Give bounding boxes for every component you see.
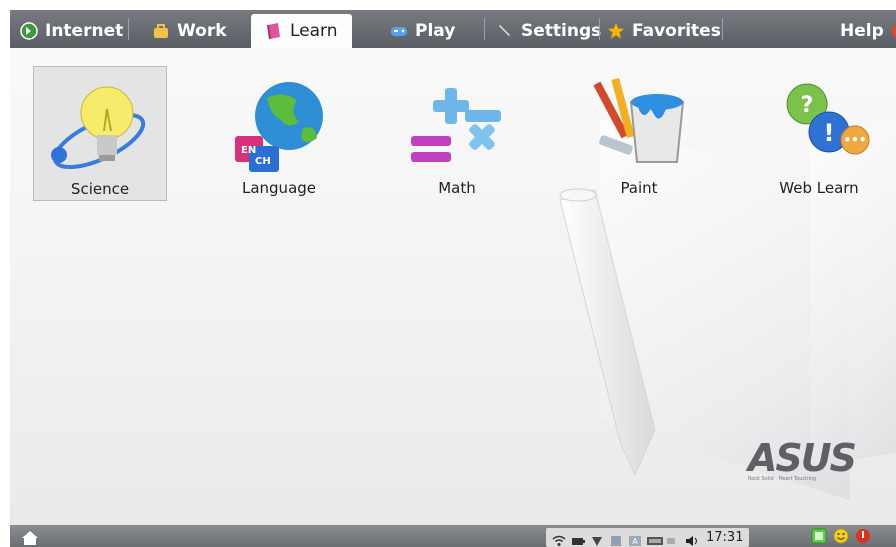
tab-divider: [722, 18, 723, 40]
signal-icon[interactable]: [590, 532, 604, 546]
help-icon: ?: [891, 22, 896, 40]
disk-icon[interactable]: [609, 532, 623, 546]
asus-logo-text: ASUS: [748, 436, 857, 480]
desktop-screen: Internet Work Learn Play Settings Favori…: [10, 10, 896, 547]
tab-internet[interactable]: Internet: [20, 13, 123, 48]
tab-label: Favorites: [632, 20, 721, 41]
smiley-icon[interactable]: [833, 528, 849, 547]
app-language[interactable]: EN CH Language: [212, 66, 346, 201]
tab-divider: [484, 18, 485, 40]
asus-logo: ASUS Rock Solid · Heart Touching: [748, 436, 868, 482]
wrench-icon: [496, 22, 514, 40]
svg-text:A: A: [632, 537, 638, 546]
tab-label: Internet: [45, 20, 124, 41]
volume-icon[interactable]: [685, 532, 699, 546]
paint-bucket-icon: [593, 78, 685, 163]
language-ch-text: CH: [255, 156, 271, 167]
tab-label: Learn: [290, 21, 338, 41]
globe-language-icon: EN CH: [235, 82, 323, 172]
globe-icon: [20, 21, 38, 40]
dock-icon[interactable]: [666, 532, 680, 544]
app-paint[interactable]: Paint: [572, 66, 706, 201]
tab-favorites[interactable]: Favorites: [607, 13, 721, 48]
app-label: Web Learn: [779, 179, 859, 197]
svg-text:?: ?: [801, 93, 814, 118]
svg-text:!: !: [824, 119, 835, 147]
tab-settings[interactable]: Settings: [496, 13, 601, 48]
tab-play[interactable]: Play: [390, 13, 455, 48]
app-label: Paint: [620, 179, 658, 197]
math-symbols-icon: [411, 88, 501, 162]
lightbulb-icon: [51, 86, 146, 170]
system-tray: A 17:31: [546, 528, 750, 547]
app-label: Language: [241, 179, 317, 197]
battery-icon[interactable]: [571, 532, 585, 545]
top-tab-bar: Internet Work Learn Play Settings Favori…: [10, 10, 896, 48]
tab-label: Play: [415, 20, 456, 41]
question-bubbles-icon: ? ! •••: [786, 83, 870, 155]
background-pencil-illustration: [559, 188, 656, 477]
power-icon[interactable]: [855, 528, 871, 547]
help-button[interactable]: Help ?: [840, 13, 896, 48]
home-icon[interactable]: [20, 528, 40, 547]
svg-text:•••: •••: [843, 133, 866, 147]
star-icon: [607, 22, 625, 40]
book-icon: [265, 22, 283, 40]
tab-label: Work: [177, 20, 227, 41]
keyboard-layout-icon[interactable]: A: [628, 532, 642, 546]
green-square-icon[interactable]: [811, 528, 827, 547]
language-en-text: EN: [241, 145, 256, 156]
app-label: Math: [438, 179, 476, 197]
tab-label: Settings: [521, 20, 602, 41]
tab-work[interactable]: Work: [152, 13, 227, 48]
tab-learn[interactable]: Learn: [251, 14, 352, 48]
app-web-learn[interactable]: ? ! ••• Web Learn: [752, 66, 886, 201]
gamepad-icon: [390, 22, 408, 40]
app-science[interactable]: Science: [33, 66, 167, 201]
tab-divider: [128, 18, 129, 40]
network-card-icon[interactable]: [647, 532, 663, 545]
help-label: Help: [840, 20, 884, 41]
wifi-icon[interactable]: [552, 532, 566, 546]
clock[interactable]: 17:31: [706, 530, 743, 545]
tab-divider: [599, 18, 600, 40]
taskbar: A 17:31: [10, 525, 896, 547]
app-math[interactable]: Math: [390, 66, 524, 201]
app-label: Science: [70, 180, 130, 198]
briefcase-icon: [152, 22, 170, 40]
